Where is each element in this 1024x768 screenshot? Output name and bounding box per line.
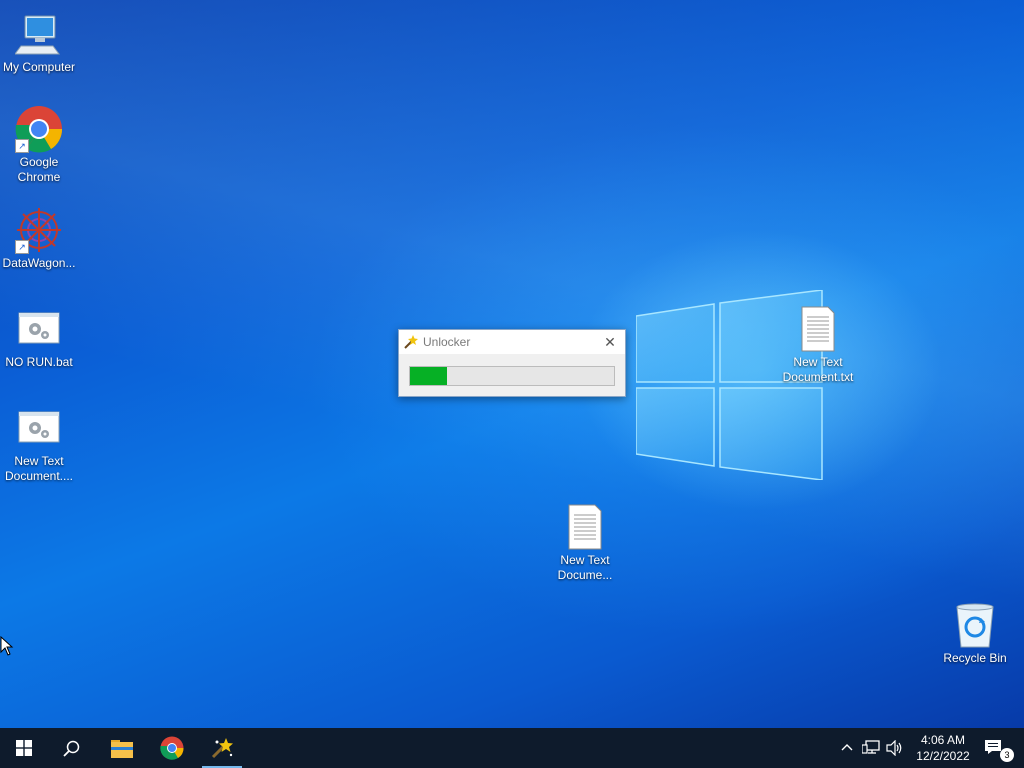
close-icon[interactable]: ✕ <box>601 333 619 351</box>
file-explorer-icon <box>111 740 133 758</box>
progress-bar-fill <box>410 367 447 385</box>
dialog-titlebar[interactable]: Unlocker ✕ <box>399 330 625 354</box>
network-status-button[interactable] <box>860 728 882 768</box>
desktop-icon-recycle-bin[interactable]: Recycle Bin <box>935 601 1015 666</box>
taskbar-clock[interactable]: 4:06 AM 12/2/2022 <box>910 732 976 764</box>
taskbar: 4:06 AM 12/2/2022 3 <box>0 728 1024 768</box>
desktop-icon-label: New Text Document.txt <box>782 355 854 384</box>
datawagon-icon: ↗ <box>15 206 63 254</box>
show-hidden-icons-button[interactable] <box>838 728 856 768</box>
chevron-up-icon <box>841 744 853 751</box>
taskbar-unlocker[interactable] <box>198 728 246 768</box>
desktop-icon-no-run-bat[interactable]: NO RUN.bat <box>0 305 79 370</box>
search-button[interactable] <box>48 728 96 768</box>
desktop-icon-label: My Computer <box>2 60 76 74</box>
desktop-icon-label: Google Chrome <box>17 155 61 184</box>
recycle-bin-icon <box>951 601 999 649</box>
desktop-icon-new-text-document-txt[interactable]: New Text Document.txt <box>778 305 858 385</box>
batch-file-icon <box>15 305 63 353</box>
search-icon <box>63 740 80 757</box>
progress-bar <box>409 366 615 386</box>
shortcut-arrow-icon: ↗ <box>15 240 29 254</box>
chrome-icon: ↗ <box>15 105 63 153</box>
desktop-icon-my-computer[interactable]: My Computer <box>0 10 79 75</box>
desktop-icon-datawagon[interactable]: ↗ DataWagon... <box>0 206 79 271</box>
action-center-button[interactable]: 3 <box>980 728 1024 768</box>
taskbar-chrome[interactable] <box>148 728 196 768</box>
taskbar-file-explorer[interactable] <box>98 728 146 768</box>
unlocker-icon <box>211 738 233 759</box>
desktop-icon-label: NO RUN.bat <box>5 355 73 369</box>
clock-time: 4:06 AM <box>920 733 966 747</box>
desktop-icon-new-text-document-bat[interactable]: New Text Document.... <box>0 404 79 484</box>
desktop-icon-label: DataWagon... <box>2 256 76 270</box>
text-document-icon <box>561 503 609 551</box>
desktop-icon-label: New Text Document.... <box>4 454 74 483</box>
volume-button[interactable] <box>884 728 906 768</box>
network-icon <box>862 740 880 754</box>
chrome-icon <box>160 736 184 760</box>
desktop-icon-label: Recycle Bin <box>943 651 1007 665</box>
text-document-icon <box>794 305 842 353</box>
desktop-icon-label: New Text Docume... <box>557 553 613 582</box>
unlocker-dialog[interactable]: Unlocker ✕ <box>398 329 626 397</box>
desktop-icon-new-text-document-center[interactable]: New Text Docume... <box>545 503 625 583</box>
mouse-cursor-icon <box>0 636 14 656</box>
computer-icon <box>14 10 63 58</box>
desktop: My Computer ↗ Google Chrome ↗ DataWagon.… <box>0 0 1024 728</box>
batch-file-icon <box>15 404 63 452</box>
speaker-icon <box>886 740 902 756</box>
unlocker-wand-icon <box>402 334 418 350</box>
shortcut-arrow-icon: ↗ <box>15 139 29 153</box>
start-icon <box>16 740 32 756</box>
clock-date: 12/2/2022 <box>916 749 970 763</box>
dialog-title: Unlocker <box>423 335 471 349</box>
notification-count-badge: 3 <box>1000 748 1014 762</box>
desktop-icon-google-chrome[interactable]: ↗ Google Chrome <box>0 105 79 185</box>
start-button[interactable] <box>0 728 48 768</box>
